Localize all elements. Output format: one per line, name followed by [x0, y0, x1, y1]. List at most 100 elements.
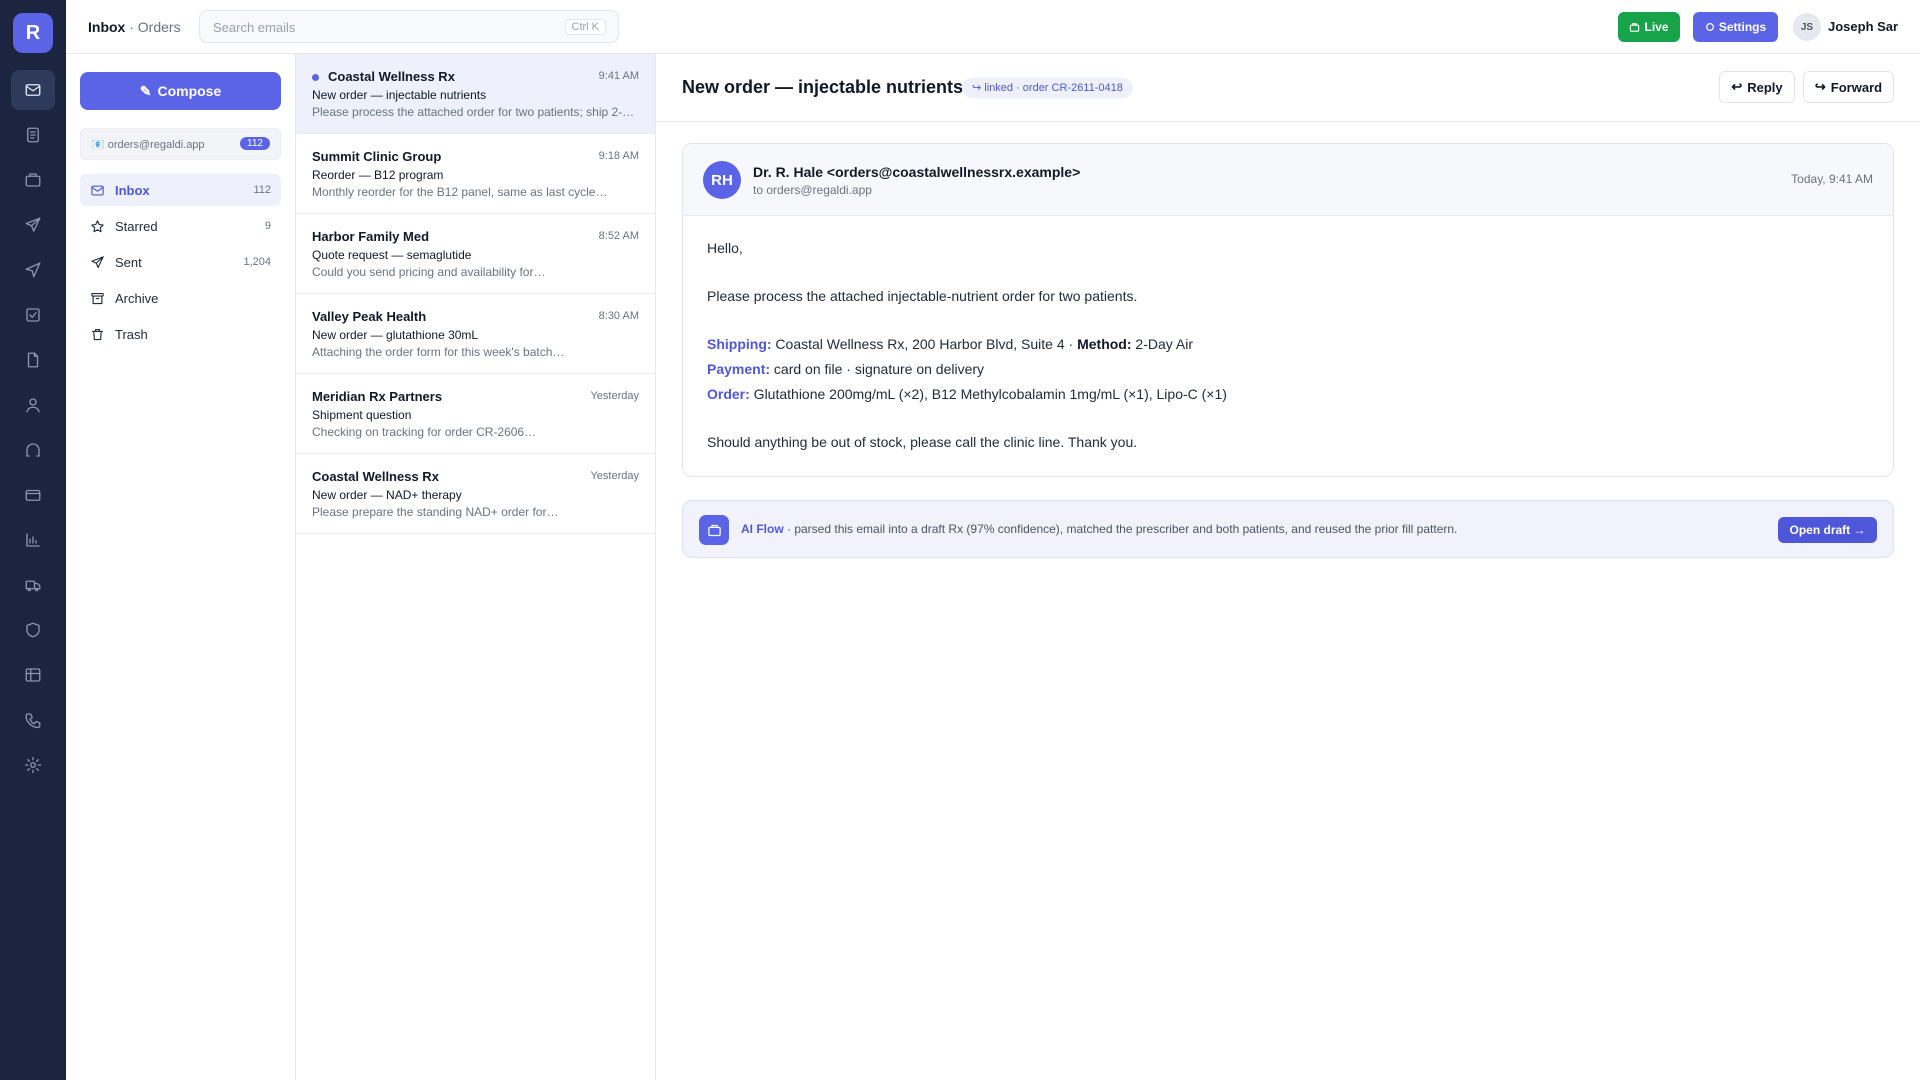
rail-briefcase-button[interactable] — [11, 160, 55, 200]
trash-icon — [90, 327, 115, 342]
linked-order-chip[interactable]: ↪ linked · order CR-2611-0418 — [962, 78, 1133, 98]
app-logo[interactable]: R — [13, 13, 53, 53]
briefcase-icon — [24, 171, 42, 189]
send-icon — [24, 216, 42, 234]
reply-button[interactable]: ↩ Reply — [1719, 71, 1795, 103]
search-shortcut-hint: Ctrl K — [564, 19, 606, 35]
table-icon — [24, 666, 42, 684]
message-time: 8:52 AM — [598, 230, 639, 242]
user-name[interactable]: Joseph Sar — [1828, 19, 1898, 34]
breadcrumb-parent[interactable]: Orders — [138, 19, 181, 35]
rail-send-button[interactable] — [11, 205, 55, 245]
body-payment-line: Payment: card on file · signature on del… — [707, 361, 984, 377]
rail-truck-button[interactable] — [11, 565, 55, 605]
checkbox-icon — [24, 306, 42, 324]
open-draft-button[interactable]: Open draft → — [1778, 517, 1877, 543]
rail-card-button[interactable] — [11, 475, 55, 515]
message-subject: New order — NAD+ therapy — [312, 488, 462, 502]
message-time: Yesterday — [590, 390, 639, 402]
live-label: Live — [1644, 20, 1669, 34]
message-row[interactable]: Summit Clinic Group 9:18 AM Reorder — B12 … — [296, 134, 655, 214]
headset-icon — [24, 441, 42, 459]
message-time: 9:41 AM — [598, 70, 639, 82]
rail-notes-button[interactable] — [11, 115, 55, 155]
card-icon — [24, 486, 42, 504]
compose-button[interactable]: ✎ Compose — [80, 72, 281, 110]
shield-icon — [24, 621, 42, 639]
settings-button[interactable]: Settings — [1693, 12, 1778, 42]
forward-button[interactable]: ↪ Forward — [1803, 71, 1894, 103]
folder-trash[interactable]: Trash — [80, 318, 281, 350]
folder-sent[interactable]: Sent 1,204 — [80, 246, 281, 278]
reply-label: Reply — [1747, 79, 1783, 95]
account-email-text: orders@regaldi.app — [107, 139, 205, 151]
search-placeholder: Search emails — [213, 20, 296, 35]
live-button[interactable]: Live — [1618, 12, 1680, 42]
forward-label: Forward — [1830, 79, 1883, 95]
rail-send-alt-button[interactable] — [11, 250, 55, 290]
pencil-icon: ✎ — [139, 82, 152, 99]
message-row[interactable]: Coastal Wellness Rx Yesterday New order — … — [296, 454, 655, 534]
breadcrumb-current[interactable]: Inbox — [88, 19, 125, 35]
rail-shield-button[interactable] — [11, 610, 55, 650]
message-subject: Shipment question — [312, 408, 412, 422]
user-avatar[interactable]: JS — [1793, 13, 1821, 41]
truck-icon — [24, 576, 42, 594]
rail-headset-button[interactable] — [11, 430, 55, 470]
method-label: Method: — [1077, 336, 1132, 352]
settings-label: Settings — [1718, 20, 1767, 34]
folder-count: 9 — [264, 220, 271, 232]
folder-inbox[interactable]: Inbox 112 — [80, 174, 281, 206]
folder-archive[interactable]: Archive — [80, 282, 281, 314]
message-row[interactable]: Coastal Wellness Rx 9:41 AM New order — in… — [296, 54, 655, 134]
email-date: Today, 9:41 AM — [1791, 172, 1873, 186]
sender-address[interactable]: Dr. R. Hale <orders@coastalwellnessrx.ex… — [753, 164, 1080, 180]
ai-flow-summary: AI Flow · parsed this email into a draft… — [741, 522, 1457, 536]
message-sender: Summit Clinic Group — [312, 149, 442, 164]
rail-gear-button[interactable] — [11, 745, 55, 785]
message-time: 9:18 AM — [598, 150, 639, 162]
message-subject: Quote request — semaglutide — [312, 248, 472, 262]
sender-avatar: RH — [703, 161, 741, 199]
folder-label: Trash — [115, 326, 148, 342]
account-selector[interactable]: 📧 orders@regaldi.app 112 — [80, 128, 281, 160]
account-email: 📧 orders@regaldi.app — [91, 138, 205, 151]
ai-flow-icon — [699, 515, 729, 545]
bar-chart-icon — [24, 531, 42, 549]
rail-table-button[interactable] — [11, 655, 55, 695]
message-subject: New order — injectable nutrients — [312, 88, 487, 102]
folder-count: 112 — [253, 184, 271, 196]
breadcrumb: Inbox · Orders — [88, 19, 181, 35]
recipient-line: to orders@regaldi.app — [753, 183, 872, 197]
live-icon — [1630, 22, 1640, 32]
rail-mail-button[interactable] — [11, 70, 55, 110]
shipping-label: Shipping: — [707, 336, 772, 352]
gear-icon — [24, 756, 42, 774]
order-label: Order: — [707, 386, 750, 402]
rail-checkbox-button[interactable] — [11, 295, 55, 335]
message-row[interactable]: Meridian Rx Partners Yesterday Shipment qu… — [296, 374, 655, 454]
rail-document-button[interactable] — [11, 340, 55, 380]
rail-user-button[interactable] — [11, 385, 55, 425]
star-icon — [90, 219, 115, 234]
message-preview: Checking on tracking for order CR-2606… — [312, 425, 537, 439]
app-rail: R — [0, 0, 66, 1080]
message-sender: Coastal Wellness Rx — [312, 469, 439, 484]
body-shipping-line: Shipping: Coastal Wellness Rx, 200 Harbo… — [707, 336, 1193, 352]
search-input[interactable]: Search emails Ctrl K — [199, 10, 619, 43]
message-row[interactable]: Harbor Family Med 8:52 AM Quote request — … — [296, 214, 655, 294]
folder-label: Sent — [115, 254, 142, 270]
message-sender: Coastal Wellness Rx — [328, 69, 455, 84]
folder-starred[interactable]: Starred 9 — [80, 210, 281, 242]
document-icon — [24, 351, 42, 369]
message-sender: Harbor Family Med — [312, 229, 430, 244]
rail-phone-button[interactable] — [11, 700, 55, 740]
message-preview: Attaching the order form for this week's… — [312, 345, 565, 359]
message-preview: Please prepare the standing NAD+ order f… — [312, 505, 559, 519]
message-row[interactable]: Valley Peak Health 8:30 AM New order — glu… — [296, 294, 655, 374]
body-intro: Please process the attached injectable-n… — [707, 288, 1138, 304]
ai-flow-name[interactable]: AI Flow — [741, 522, 784, 536]
mail-icon — [90, 183, 115, 198]
message-time: Yesterday — [590, 470, 639, 482]
rail-bar-chart-button[interactable] — [11, 520, 55, 560]
